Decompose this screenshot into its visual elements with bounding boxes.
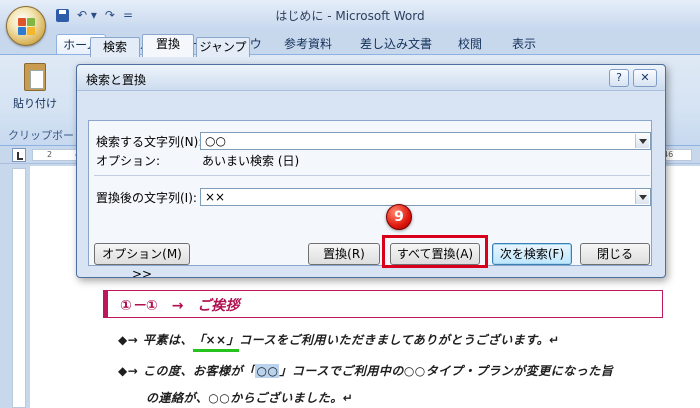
ruler-mark: 2 bbox=[47, 150, 53, 159]
help-button[interactable]: ? bbox=[609, 69, 629, 87]
replace-input[interactable]: ×× bbox=[200, 188, 651, 206]
replace-input-value: ×× bbox=[205, 190, 226, 204]
divider bbox=[94, 175, 650, 176]
options-label: オプション: bbox=[96, 154, 161, 168]
find-input[interactable]: ○○ bbox=[200, 132, 651, 150]
dialog-title-bar[interactable]: 検索と置換 ? ✕ bbox=[77, 65, 665, 91]
options-button[interactable]: オプション(M) >> bbox=[94, 243, 190, 281]
section-heading-box: ①－① → ご挨拶 bbox=[103, 290, 663, 318]
vertical-ruler[interactable] bbox=[12, 168, 26, 408]
paste-label: 貼り付け bbox=[13, 97, 57, 110]
options-value: あいまい検索 (日) bbox=[202, 154, 300, 168]
replace-button[interactable]: 置換(R) bbox=[308, 243, 380, 265]
section-heading: ①－① → ご挨拶 bbox=[120, 298, 240, 314]
paragraph-2: ◆→ この度、お客様が「○○」コースでご利用中の○○タイプ・プランが変更になった… bbox=[118, 362, 613, 379]
dialog-title: 検索と置換 bbox=[86, 73, 147, 87]
clipboard-icon bbox=[24, 63, 46, 91]
tab-replace[interactable]: 置換 bbox=[142, 34, 194, 57]
paragraph-1-rest: コースをご利用いただきましてありがとうございます。↵ bbox=[239, 333, 560, 347]
replace-dropdown-icon[interactable] bbox=[635, 190, 649, 204]
paragraph-2-rest: 」コースでご利用中の○○タイプ・プランが変更になった旨 bbox=[279, 364, 614, 378]
callout-highlight-frame bbox=[382, 235, 488, 268]
title-bar: ↶ ▾ ↷ = はじめに - Microsoft Word bbox=[0, 0, 700, 46]
office-button[interactable] bbox=[6, 6, 46, 46]
step-number-badge: 9 bbox=[386, 204, 412, 230]
clipboard-group-label: クリップボード bbox=[8, 129, 85, 142]
dialog-close-icon[interactable]: ✕ bbox=[633, 69, 657, 87]
tab-find[interactable]: 検索 bbox=[90, 37, 140, 57]
tab-goto[interactable]: ジャンプ bbox=[196, 37, 250, 57]
paragraph-3: の連絡が、○○からございました。↵ bbox=[146, 391, 354, 405]
tab-review[interactable]: 校閲 bbox=[450, 34, 490, 54]
find-dropdown-icon[interactable] bbox=[635, 134, 649, 148]
tab-references[interactable]: 参考資料 bbox=[276, 34, 340, 54]
paragraph-1: ◆→ 平素は、「××」コースをご利用いただきましてありがとうございます。↵ bbox=[118, 331, 560, 352]
office-logo-icon bbox=[18, 18, 36, 36]
paragraph-2-lead: ◆→ この度、お客様が「 bbox=[118, 364, 256, 378]
tab-view[interactable]: 表示 bbox=[504, 34, 544, 54]
replace-label: 置換後の文字列(I): bbox=[96, 191, 197, 205]
paragraph-1-lead: ◆→ 平素は、 bbox=[118, 333, 193, 347]
paste-button[interactable]: 貼り付け bbox=[10, 63, 60, 111]
tab-mailings[interactable]: 差し込み文書 bbox=[356, 34, 436, 54]
find-next-button[interactable]: 次を検索(F) bbox=[492, 243, 572, 265]
replaced-text-mark: 「××」 bbox=[192, 331, 240, 352]
close-button[interactable]: 閉じる bbox=[580, 243, 650, 265]
find-input-value: ○○ bbox=[205, 134, 226, 148]
tab-selector-icon[interactable] bbox=[12, 148, 26, 162]
window-title: はじめに - Microsoft Word bbox=[275, 9, 425, 23]
find-label: 検索する文字列(N): bbox=[96, 135, 203, 149]
search-hit-highlight: ○○ bbox=[255, 364, 280, 378]
